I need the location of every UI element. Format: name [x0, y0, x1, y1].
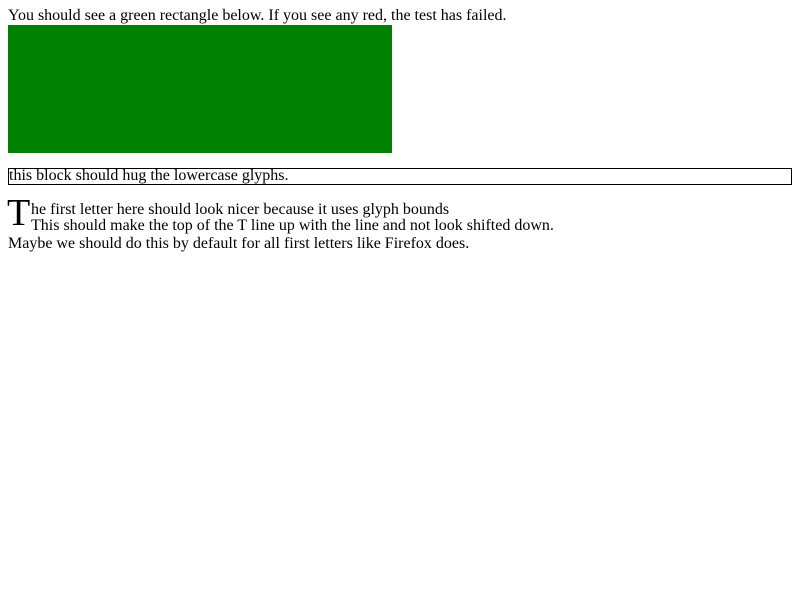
hug-block-text: this block should hug the lowercase glyp… [9, 168, 289, 184]
first-letter-dropcap: T [7, 192, 31, 234]
hug-block: this block should hug the lowercase glyp… [8, 168, 792, 185]
first-letter-line-3: Maybe we should do this by default for a… [8, 235, 470, 252]
green-rectangle [8, 25, 392, 153]
intro-text: You should see a green rectangle below. … [8, 7, 507, 24]
first-letter-line-2: This should make the top of the T line u… [31, 217, 554, 234]
